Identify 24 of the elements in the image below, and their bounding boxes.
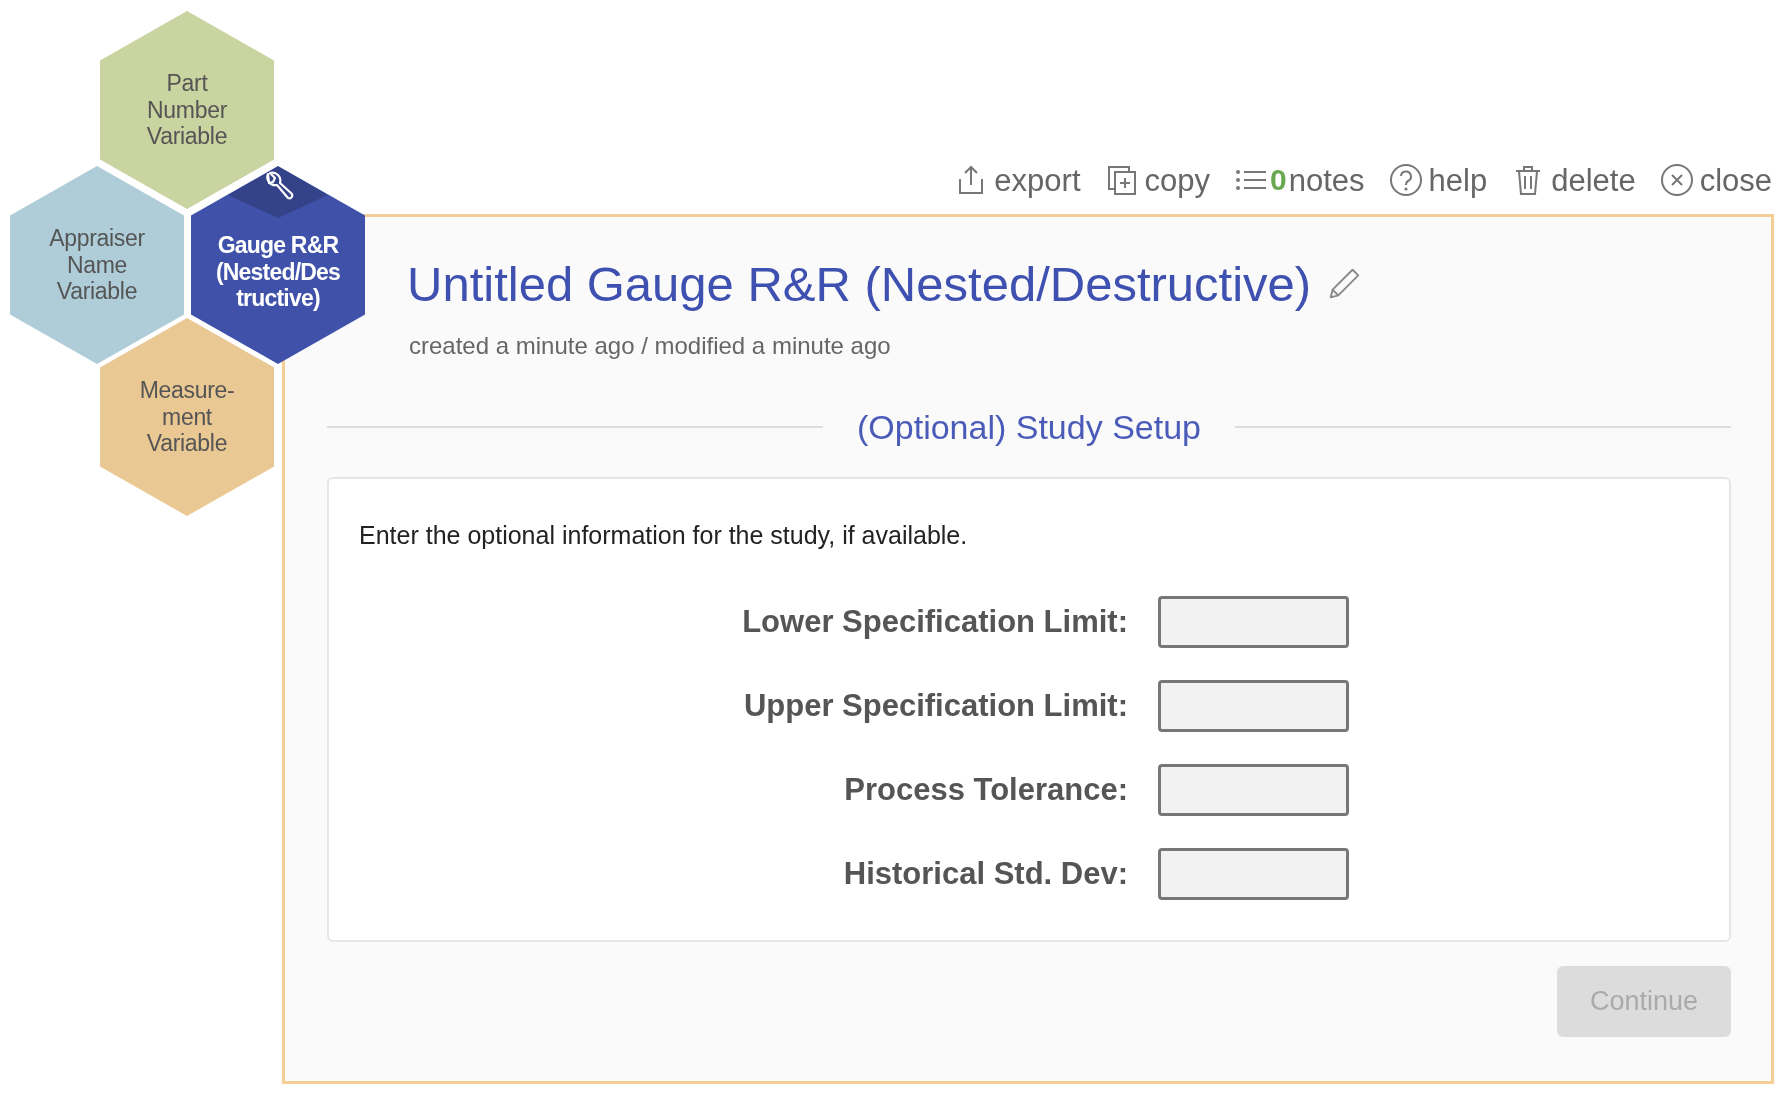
hexagon-tile[interactable]: Measure- ment Variable — [100, 318, 274, 516]
instruction-text: Enter the optional information for the study, if available. — [359, 519, 969, 551]
hexagon-tile[interactable]: Part Number Variable — [100, 11, 274, 209]
notes-count: 0 — [1270, 165, 1287, 195]
notes-link[interactable]: 0notes — [1234, 163, 1365, 197]
copy-link[interactable]: copy — [1104, 163, 1210, 197]
document-title: Untitled Gauge R&R (Nested/Destructive) — [407, 256, 1312, 313]
help-icon — [1388, 163, 1423, 197]
section-title: (Optional) Study Setup — [857, 406, 1201, 448]
field-label: Lower Specification Limit: — [741, 603, 1128, 642]
field-label: Upper Specification Limit: — [742, 687, 1128, 726]
close-link[interactable]: close — [1659, 163, 1772, 197]
close-icon — [1659, 163, 1694, 197]
timestamp-text: created a minute ago / modified a minute ago — [409, 330, 892, 361]
hexagon-tile[interactable]: Appraiser Name Variable — [10, 166, 184, 364]
input-field[interactable] — [1158, 848, 1349, 901]
input-field[interactable] — [1158, 596, 1349, 649]
export-link[interactable]: export — [954, 163, 1081, 197]
field-label: Historical Std. Dev: — [842, 855, 1128, 894]
input-field[interactable] — [1158, 764, 1349, 817]
field-label: Process Tolerance: — [843, 771, 1128, 810]
input-field[interactable] — [1158, 680, 1349, 733]
delete-link[interactable]: delete — [1511, 163, 1636, 197]
help-link[interactable]: help — [1388, 163, 1488, 197]
